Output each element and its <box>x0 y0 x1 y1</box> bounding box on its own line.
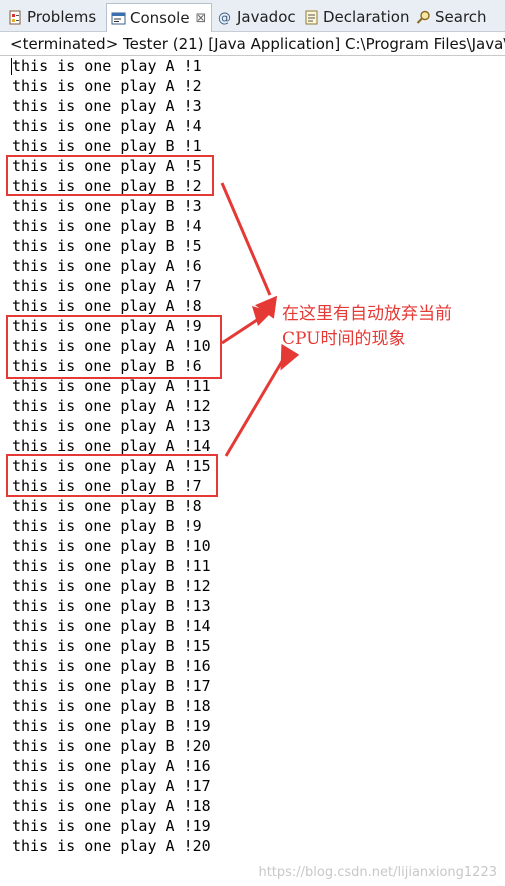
console-line: this is one play A !11 <box>12 377 211 395</box>
tab-problems[interactable]: Problems <box>8 3 96 31</box>
console-line: this is one play A !7 <box>12 277 202 295</box>
console-line: this is one play A !14 <box>12 437 211 455</box>
console-line: this is one play B !20 <box>12 737 211 755</box>
annotation-note: 在这里有自动放弃当前 CPU时间的现象 <box>282 304 452 349</box>
highlight-box <box>6 315 222 379</box>
console-line: this is one play A !13 <box>12 417 211 435</box>
tab-declaration[interactable]: Declaration <box>304 3 409 31</box>
console-line: this is one play A !20 <box>12 837 211 855</box>
search-icon <box>416 10 431 25</box>
console-line: this is one play B !1 <box>12 137 202 155</box>
view-tab-bar: Problems Console ⊠ @ Javadoc Declaration… <box>0 0 505 32</box>
console-line: this is one play B !19 <box>12 717 211 735</box>
console-line: this is one play B !18 <box>12 697 211 715</box>
console-line: this is one play A !4 <box>12 117 202 135</box>
console-line: this is one play B !3 <box>12 197 202 215</box>
tab-javadoc[interactable]: @ Javadoc <box>218 3 296 31</box>
console-line: this is one play A !19 <box>12 817 211 835</box>
tab-label: Javadoc <box>237 8 296 26</box>
console-line: this is one play A !17 <box>12 777 211 795</box>
highlight-box <box>6 155 214 196</box>
console-line: this is one play B !8 <box>12 497 202 515</box>
watermark: https://blog.csdn.net/lijianxiong1223 <box>258 865 497 880</box>
highlight-box <box>6 454 218 497</box>
console-line: this is one play B !17 <box>12 677 211 695</box>
tab-label: Problems <box>27 8 97 26</box>
console-line: this is one play B !16 <box>12 657 211 675</box>
console-line: this is one play B !15 <box>12 637 211 655</box>
console-line: this is one play B !9 <box>12 517 202 535</box>
console-line: this is one play A !6 <box>12 257 202 275</box>
tab-console[interactable]: Console ⊠ <box>106 3 212 32</box>
tab-label: Console <box>130 9 190 27</box>
tab-label: Declaration <box>323 8 410 26</box>
tab-label: Search <box>435 8 487 26</box>
problems-icon <box>8 10 23 25</box>
console-line: this is one play B !12 <box>12 577 211 595</box>
console-line: this is one play B !14 <box>12 617 211 635</box>
console-line: this is one play A !1 <box>12 57 202 75</box>
tab-search[interactable]: Search <box>416 3 487 31</box>
svg-text:@: @ <box>218 11 231 25</box>
console-line: this is one play B !10 <box>12 537 211 555</box>
console-line: this is one play A !16 <box>12 757 211 775</box>
declaration-icon <box>304 10 319 25</box>
console-line: this is one play B !5 <box>12 237 202 255</box>
console-line: this is one play B !4 <box>12 217 202 235</box>
console-status-line: <terminated> Tester (21) [Java Applicati… <box>10 35 505 53</box>
console-line: this is one play A !2 <box>12 77 202 95</box>
console-line: this is one play A !3 <box>12 97 202 115</box>
close-icon[interactable]: ⊠ <box>196 11 207 26</box>
javadoc-icon: @ <box>218 10 233 25</box>
text-caret <box>11 58 12 75</box>
console-icon <box>111 11 126 26</box>
console-line: this is one play B !13 <box>12 597 211 615</box>
console-line: this is one play B !11 <box>12 557 211 575</box>
console-line: this is one play A !12 <box>12 397 211 415</box>
console-line: this is one play A !18 <box>12 797 211 815</box>
